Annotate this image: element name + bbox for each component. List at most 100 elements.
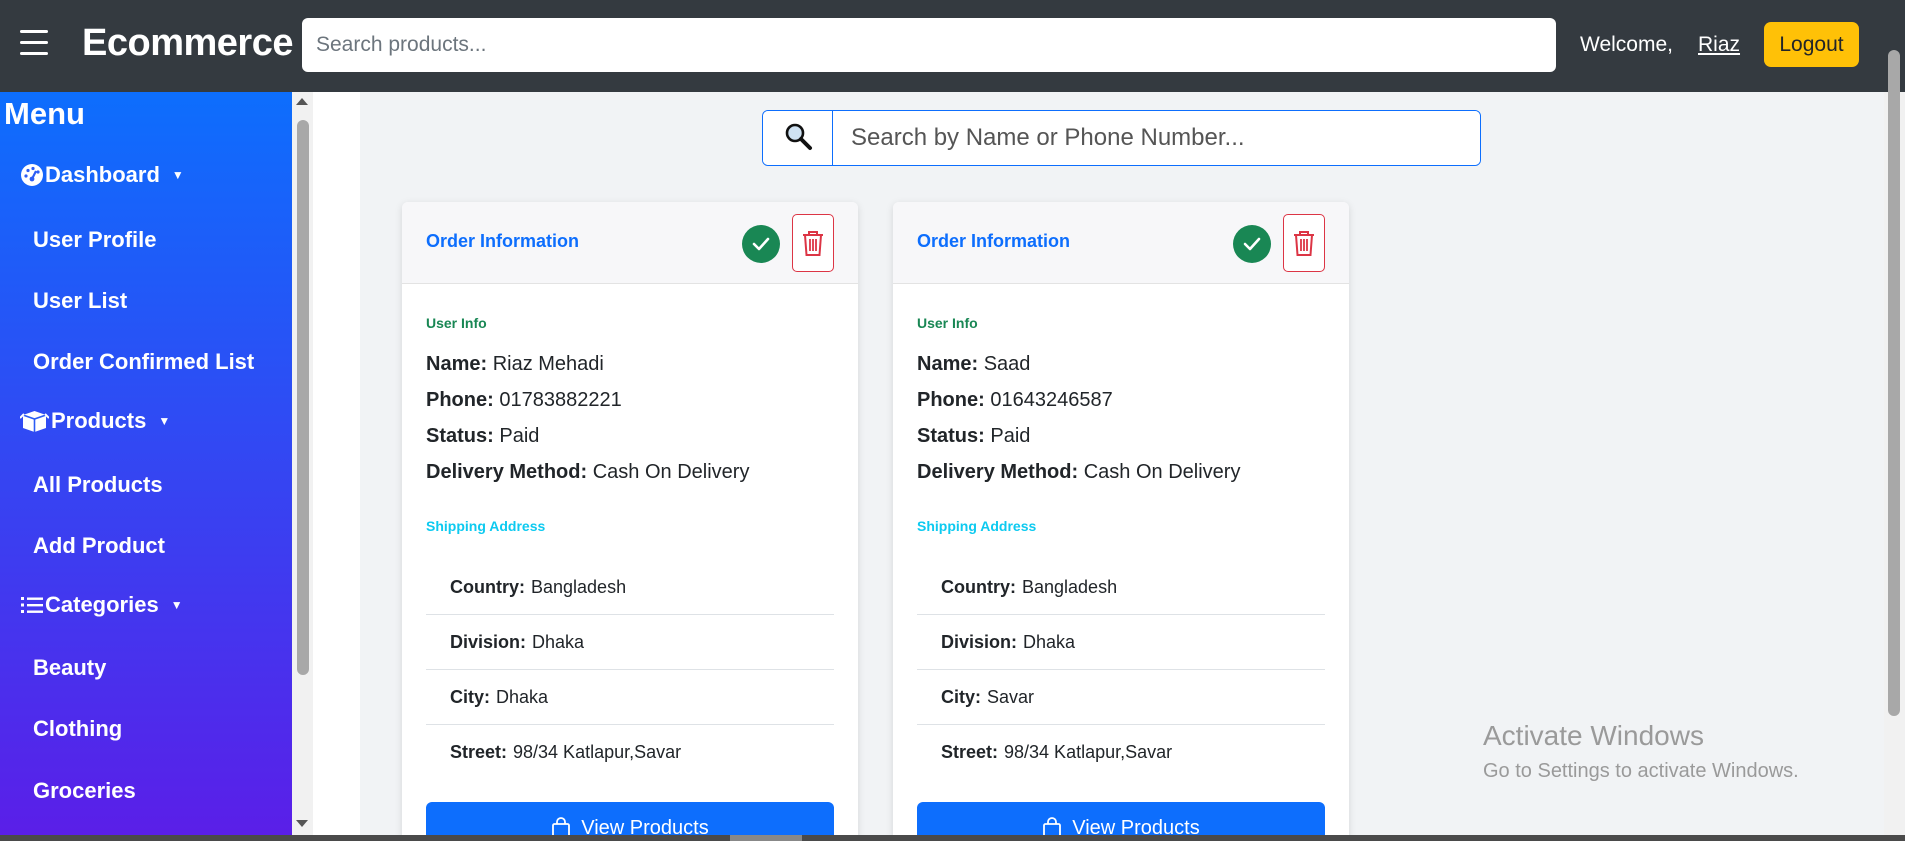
sidebar-item-label: Order Confirmed List [33, 349, 255, 374]
address-division: Division: Dhaka [917, 615, 1325, 670]
payment-status: Status: Paid [917, 425, 1030, 448]
confirm-order-button[interactable] [1233, 225, 1271, 263]
address-city: City: Savar [917, 670, 1325, 725]
sidebar-scrollbar-thumb[interactable] [297, 120, 309, 675]
field-value: Cash On Delivery [592, 461, 750, 483]
field-label: City: [941, 686, 981, 707]
field-label: Delivery Method: [426, 461, 588, 483]
caret-down-icon: ▼ [170, 598, 183, 612]
content-gutter [313, 92, 360, 841]
checkmark-icon [752, 237, 770, 251]
order-card: Order Information User Info Name: Riaz M… [402, 202, 858, 841]
caret-down-icon: ▼ [158, 414, 171, 428]
card-title: Order Information [426, 231, 580, 251]
customer-phone: Phone: 01783882221 [426, 389, 622, 412]
field-label: Division: [941, 631, 1018, 652]
customer-phone: Phone: 01643246587 [917, 389, 1113, 412]
sidebar-item-user-list[interactable]: User List [33, 288, 127, 314]
scroll-up-arrow-icon[interactable] [296, 98, 308, 105]
sidebar-item-add-product[interactable]: Add Product [33, 533, 165, 559]
scroll-down-arrow-icon[interactable] [296, 820, 308, 827]
customer-name: Name: Saad [917, 353, 1030, 376]
customer-name: Name: Riaz Mehadi [426, 353, 604, 376]
sidebar-item-products[interactable]: Products ▼ [19, 408, 171, 434]
card-title: Order Information [917, 231, 1071, 251]
sidebar-item-dashboard[interactable]: Dashboard ▼ [20, 162, 184, 188]
order-search-input[interactable] [833, 111, 1480, 165]
sidebar-item-groceries[interactable]: Groceries [33, 778, 136, 804]
field-value: 98/34 Katlapur,Savar [1004, 742, 1173, 762]
magnifier-icon [783, 121, 813, 156]
field-value: Saad [983, 353, 1031, 375]
field-value: 98/34 Katlapur,Savar [513, 742, 682, 762]
sidebar-item-all-products[interactable]: All Products [33, 472, 163, 498]
box-icon [19, 409, 50, 433]
sidebar-item-order-confirmed-list[interactable]: Order Confirmed List [33, 349, 254, 375]
horizontal-scrollbar-thumb[interactable] [730, 835, 802, 841]
payment-status: Status: Paid [426, 425, 539, 448]
search-button[interactable] [763, 111, 833, 165]
field-label: Delivery Method: [917, 461, 1079, 483]
field-value: 01643246587 [990, 389, 1113, 411]
sidebar-item-label: Clothing [33, 716, 123, 741]
field-value: Savar [987, 686, 1035, 707]
username-link[interactable]: Riaz [1698, 33, 1740, 57]
card-header: Order Information [402, 202, 858, 284]
brand-logo[interactable]: Ecommerce [82, 22, 293, 65]
field-label: Country: [450, 576, 525, 597]
field-value: Dhaka [532, 631, 585, 652]
address-city: City: Dhaka [426, 670, 834, 725]
sidebar-item-beauty[interactable]: Beauty [33, 655, 106, 681]
delete-order-button[interactable] [1283, 214, 1325, 272]
sidebar-item-categories[interactable]: Categories ▼ [20, 592, 183, 618]
list-icon [20, 593, 44, 617]
welcome-text: Welcome, [1580, 33, 1673, 56]
sidebar-item-label: Dashboard [45, 162, 160, 187]
sidebar-item-label: Groceries [33, 778, 136, 803]
field-label: Street: [450, 742, 508, 762]
delivery-method: Delivery Method: Cash On Delivery [426, 461, 749, 484]
shipping-address-heading: Shipping Address [426, 518, 546, 534]
delivery-method: Delivery Method: Cash On Delivery [917, 461, 1240, 484]
field-value: Paid [990, 425, 1031, 447]
field-label: Name: [917, 353, 979, 375]
sidebar-item-clothing[interactable]: Clothing [33, 716, 122, 742]
field-value: Paid [499, 425, 540, 447]
field-label: City: [450, 686, 490, 707]
field-value: 01783882221 [499, 389, 622, 411]
address-street: Street: 98/34 Katlapur,Savar [917, 725, 1325, 780]
order-card: Order Information User Info Name: Saad P… [893, 202, 1349, 841]
shipping-address-heading: Shipping Address [917, 518, 1037, 534]
page-scrollbar-thumb[interactable] [1888, 50, 1900, 716]
product-search-input[interactable] [302, 18, 1556, 72]
field-label: Status: [426, 425, 494, 447]
delete-order-button[interactable] [792, 214, 834, 272]
field-label: Phone: [917, 389, 985, 411]
sidebar-item-user-profile[interactable]: User Profile [33, 227, 157, 253]
sidebar: Menu Dashboard ▼ User Profile User List … [0, 92, 292, 841]
field-value: Dhaka [496, 686, 549, 707]
checkmark-icon [1243, 237, 1261, 251]
dashboard-gauge-icon [20, 163, 44, 187]
caret-down-icon: ▼ [171, 168, 184, 182]
card-header: Order Information [893, 202, 1349, 284]
trash-icon [1294, 231, 1314, 256]
field-value: Bangladesh [1022, 576, 1118, 597]
address-country: Country: Bangladesh [426, 560, 834, 615]
hamburger-menu-icon[interactable] [20, 30, 48, 56]
sidebar-item-label: User Profile [33, 227, 157, 252]
sidebar-item-label: Beauty [33, 655, 107, 680]
address-country: Country: Bangladesh [917, 560, 1325, 615]
field-label: Street: [941, 742, 999, 762]
sidebar-item-label: All Products [33, 472, 163, 497]
user-info-heading: User Info [917, 315, 978, 331]
order-search-bar [762, 110, 1481, 166]
sidebar-item-label: Add Product [33, 533, 165, 558]
address-division: Division: Dhaka [426, 615, 834, 670]
horizontal-scrollbar[interactable] [0, 835, 1905, 841]
confirm-order-button[interactable] [742, 225, 780, 263]
field-value: Dhaka [1023, 631, 1076, 652]
field-label: Phone: [426, 389, 494, 411]
logout-button[interactable]: Logout [1764, 22, 1859, 67]
field-value: Riaz Mehadi [492, 353, 604, 375]
